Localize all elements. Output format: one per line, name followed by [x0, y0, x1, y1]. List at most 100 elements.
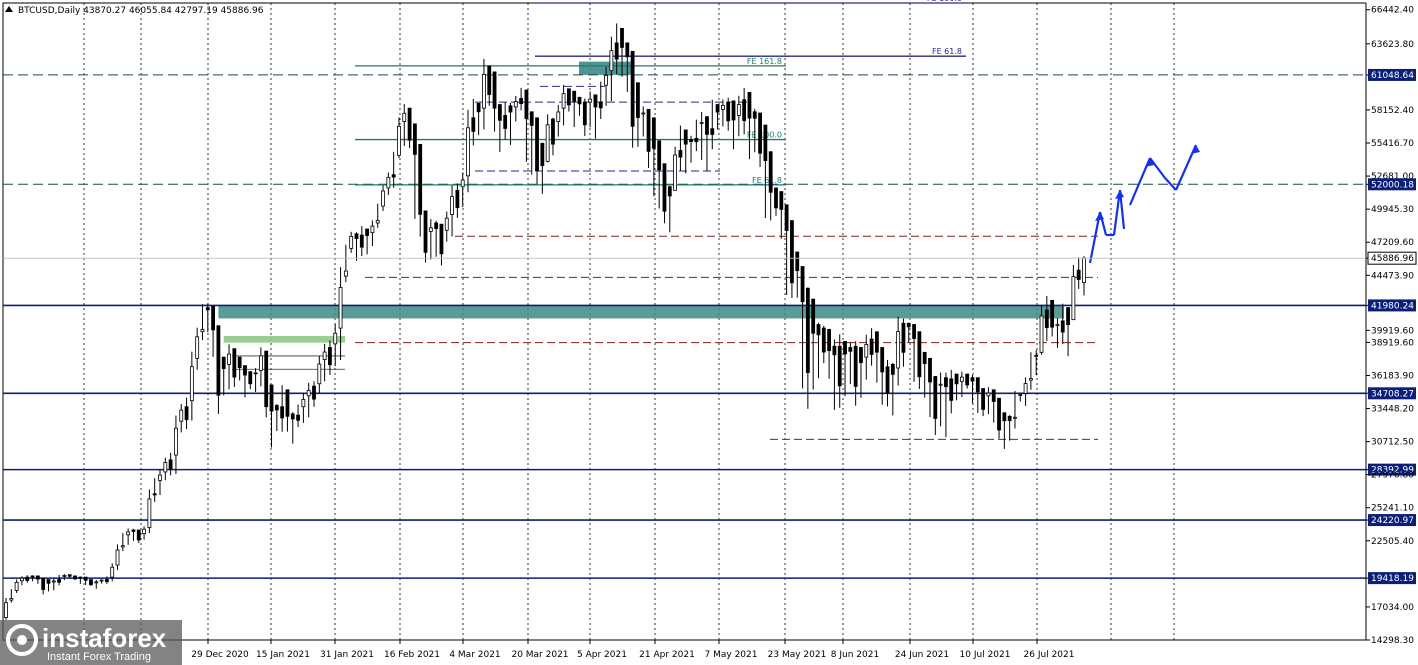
candle-bear [184, 406, 189, 421]
candle-bull [14, 581, 19, 591]
candle-bear [46, 579, 51, 584]
candle-bear [981, 388, 986, 410]
candle-bear [742, 99, 747, 121]
candle-bull [200, 328, 205, 333]
candle-bear [582, 101, 587, 126]
candle-bear [853, 345, 858, 387]
candle-bull [397, 125, 401, 156]
candle-bull [306, 389, 311, 397]
candle-bear [264, 350, 269, 408]
candle-bear [933, 376, 938, 419]
level-price-label: 19418.19 [1371, 574, 1414, 584]
candle-bear [1044, 309, 1049, 328]
candle-bull [444, 217, 449, 231]
candle-bear [779, 191, 784, 210]
candle-bull [1028, 378, 1033, 381]
candle-bear [869, 338, 874, 355]
y-tick-label: 66442.40 [1371, 6, 1414, 16]
candle-bull [179, 409, 184, 422]
candle-bear [758, 112, 762, 154]
candle-bear [439, 223, 444, 255]
candle-bull [349, 235, 354, 249]
candle-bear [859, 347, 863, 363]
candle-bear [1066, 307, 1070, 325]
candle-bear [285, 389, 290, 417]
candle-bear [296, 414, 300, 421]
x-tick-label: 24 Jun 2021 [895, 650, 949, 660]
candle-bear [354, 233, 359, 239]
candle-bear [312, 385, 316, 400]
fibonacci-label: FE 61.8 [752, 176, 782, 185]
candle-bull [1082, 257, 1086, 283]
candle-bull [338, 287, 343, 329]
candle-bull [195, 336, 200, 359]
candle-bear [678, 150, 683, 158]
candle-bear [1002, 412, 1007, 422]
candle-bear [391, 174, 396, 178]
level-price-label: 52000.18 [1371, 180, 1414, 190]
candle-bull [450, 196, 454, 215]
candle-bull [62, 575, 67, 577]
y-tick-label: 38919.60 [1371, 338, 1414, 348]
candle-bear [636, 82, 640, 118]
candle-bear [136, 529, 141, 541]
candle-bear [551, 118, 555, 145]
candle-bear [104, 579, 109, 583]
y-tick-label: 17034.00 [1371, 603, 1414, 613]
candle-bull [258, 355, 263, 371]
candle-bull [94, 581, 99, 584]
candle-bear [662, 163, 667, 212]
candle-bear [434, 222, 439, 229]
candle-bear [476, 102, 481, 113]
candle-bear [944, 377, 948, 388]
candle-bull [174, 427, 178, 456]
candle-bear [269, 384, 274, 412]
candle-bear [731, 100, 736, 121]
candle-bear [991, 389, 996, 402]
x-tick-label: 7 May 2021 [705, 650, 758, 660]
instaforex-logo: instaforex Instant Forex Trading [0, 620, 182, 665]
candle-bull [959, 376, 964, 382]
candle-bear [243, 365, 247, 376]
candle-bear [843, 341, 847, 355]
candle-bull [301, 399, 306, 408]
candle-bear [57, 579, 62, 583]
candle-bull [466, 127, 470, 177]
x-tick-label: 15 Jan 2021 [256, 650, 310, 660]
candle-bear [83, 576, 88, 581]
candle-bear [248, 371, 253, 385]
candle-bear [689, 139, 693, 143]
candle-bear [67, 574, 72, 577]
candle-bull [460, 179, 465, 188]
candle-bull [1018, 394, 1023, 396]
candle-bear [890, 363, 895, 375]
candle-bull [699, 122, 704, 124]
candle-bull [115, 549, 120, 566]
candle-bear [30, 575, 35, 578]
candle-bear [1060, 320, 1065, 333]
candle-bear [928, 357, 932, 383]
y-tick-label: 39919.60 [1371, 326, 1414, 336]
candle-bull [609, 50, 614, 72]
logo-tagline: Instant Forex Trading [47, 651, 151, 663]
candle-bear [832, 345, 837, 356]
candle-bear [211, 305, 216, 331]
candle-bear [572, 90, 577, 102]
level-price-label: 34708.27 [1371, 389, 1414, 399]
candle-bear [508, 105, 513, 113]
candle-bull [588, 98, 593, 103]
candle-bear [577, 96, 582, 105]
x-tick-label: 23 May 2021 [768, 650, 827, 660]
candle-bull [375, 220, 380, 224]
candle-bear [418, 144, 423, 215]
candle-bull [986, 392, 991, 397]
candle-bull [482, 73, 486, 109]
candle-bear [41, 577, 46, 590]
candle-bear [1050, 299, 1055, 328]
candle-bear [715, 104, 720, 113]
candle-bull [227, 353, 231, 365]
candle-bear [1007, 415, 1012, 422]
x-tick-label: 29 Dec 2020 [191, 650, 249, 660]
candle-bear [726, 101, 731, 122]
candle-bear [997, 397, 1001, 431]
